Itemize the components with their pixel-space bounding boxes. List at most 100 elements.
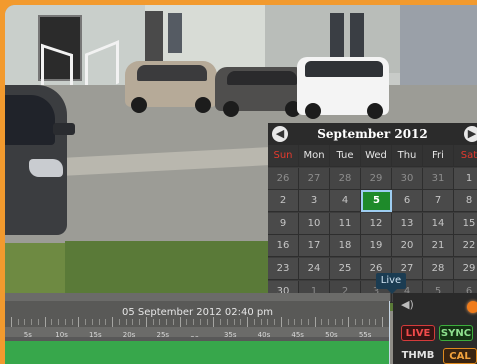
car-window — [305, 61, 383, 77]
calendar-day[interactable]: 20 — [392, 235, 423, 258]
recording-track[interactable] — [5, 341, 390, 364]
timeline-tick — [179, 317, 181, 327]
calendar-day[interactable]: 14 — [423, 212, 454, 235]
timeline-tick — [91, 319, 93, 325]
calendar-day[interactable]: 15 — [454, 212, 477, 235]
calendar-day[interactable]: 18 — [330, 235, 361, 258]
calendar-day[interactable]: 27 — [299, 167, 330, 190]
player-controls: ◀) LIVE SYNC THMB CAL — [393, 293, 477, 364]
car-wheel — [223, 101, 239, 117]
calendar-day[interactable]: 4 — [330, 190, 361, 213]
car-headlight — [29, 159, 63, 177]
calendar-day[interactable]: 31 — [423, 167, 454, 190]
building-door — [330, 13, 344, 61]
calendar-header: September 2012 ◀ ▶ — [268, 123, 477, 145]
calendar-day[interactable]: 7 — [423, 190, 454, 213]
building-door — [350, 13, 364, 61]
calendar-day[interactable]: 23 — [268, 258, 299, 280]
timeline-tick — [58, 319, 60, 325]
timeline-tick — [51, 319, 53, 325]
timeline-tick — [301, 319, 303, 325]
timeline-tick — [213, 317, 215, 327]
car-window — [5, 95, 55, 145]
timeline-tick — [226, 319, 228, 325]
record-indicator-icon — [467, 301, 477, 313]
calendar-day[interactable]: 13 — [392, 212, 423, 235]
timeline-tick — [159, 319, 161, 325]
calendar-day[interactable]: 6 — [392, 190, 423, 213]
calendar-day[interactable]: 22 — [454, 235, 477, 258]
live-button[interactable]: LIVE — [401, 325, 435, 341]
timeline-tick — [328, 319, 330, 325]
timeline-tick — [172, 319, 174, 325]
timeline-tick — [199, 319, 201, 325]
viewer-frame: September 2012 ◀ ▶ Sun Mon Tue Wed Thu Fri Sat… — [0, 0, 477, 364]
timeline-tick — [334, 319, 336, 325]
calendar-day[interactable]: 10 — [299, 212, 330, 235]
car-wheel — [367, 103, 383, 119]
playback-timeline[interactable]: 05 September 2012 02:40 pm 5s 10s 15s 20s 25… — [5, 293, 390, 364]
calendar-day[interactable]: 3 — [299, 190, 330, 213]
speaker-icon[interactable]: ◀) — [401, 299, 415, 311]
car-mirror — [53, 123, 75, 135]
calendar-month-title: September 2012 — [317, 127, 428, 141]
weekday-header: Tue — [330, 145, 361, 167]
timeline-tick — [280, 317, 282, 327]
calendar-day[interactable]: 2 — [268, 190, 299, 213]
timeline-tick — [375, 319, 377, 325]
timeline-tick — [294, 319, 296, 325]
calendar-day[interactable]: 29 — [361, 167, 392, 190]
weekday-header: Thu — [392, 145, 423, 167]
sync-button[interactable]: SYNC — [439, 325, 473, 341]
calendar-day[interactable]: 29 — [454, 258, 477, 280]
thumbnail-button[interactable]: THMB — [399, 348, 437, 364]
timeline-tick — [118, 319, 120, 325]
timeline-tick — [132, 319, 134, 325]
calendar-day[interactable]: 16 — [268, 235, 299, 258]
calendar-day[interactable]: 17 — [299, 235, 330, 258]
calendar-day-selected[interactable]: 5 — [361, 190, 392, 213]
playhead[interactable] — [389, 301, 390, 364]
calendar-day[interactable]: 25 — [330, 258, 361, 280]
timeline-tick — [98, 319, 100, 325]
timeline-tick — [253, 319, 255, 325]
timeline-tick — [348, 317, 350, 327]
timeline-tick — [314, 317, 316, 327]
calendar-day[interactable]: 8 — [454, 190, 477, 213]
timeline-tick — [17, 319, 19, 325]
timeline-tick — [260, 319, 262, 325]
timeline-tick — [361, 319, 363, 325]
timeline-tick — [152, 319, 154, 325]
timeline-tick — [44, 317, 46, 327]
calendar-day[interactable]: 21 — [423, 235, 454, 258]
timeline-tick — [220, 319, 222, 325]
next-month-icon[interactable]: ▶ — [464, 126, 477, 142]
calendar-button[interactable]: CAL — [443, 348, 477, 364]
calendar-day[interactable]: 28 — [330, 167, 361, 190]
calendar-day[interactable]: 30 — [392, 167, 423, 190]
car-window — [227, 71, 297, 85]
calendar-day[interactable]: 9 — [268, 212, 299, 235]
calendar-day[interactable]: 26 — [268, 167, 299, 190]
calendar-day[interactable]: 24 — [299, 258, 330, 280]
calendar-day[interactable]: 1 — [454, 167, 477, 190]
timeline-tick — [233, 319, 235, 325]
calendar-day[interactable]: 12 — [361, 212, 392, 235]
calendar-day[interactable]: 28 — [423, 258, 454, 280]
timeline-tick — [37, 319, 39, 325]
car-wheel — [131, 97, 147, 113]
timeline-tick — [112, 317, 114, 327]
live-tooltip: Live — [376, 273, 406, 289]
timeline-tick — [145, 317, 147, 327]
weekday-header: Sun — [268, 145, 299, 167]
calendar-day[interactable]: 11 — [330, 212, 361, 235]
calendar-day[interactable]: 19 — [361, 235, 392, 258]
date-picker-calendar: September 2012 ◀ ▶ Sun Mon Tue Wed Thu Fri Sat… — [268, 123, 477, 303]
weekday-header: Fri — [423, 145, 454, 167]
timeline-datetime: 05 September 2012 02:40 pm — [121, 307, 274, 318]
previous-month-icon[interactable]: ◀ — [272, 126, 288, 142]
camera-video-feed[interactable]: September 2012 ◀ ▶ Sun Mon Tue Wed Thu Fri Sat… — [5, 5, 477, 364]
timeline-tick — [85, 319, 87, 325]
building-door — [145, 11, 163, 61]
weekday-header: Mon — [299, 145, 330, 167]
